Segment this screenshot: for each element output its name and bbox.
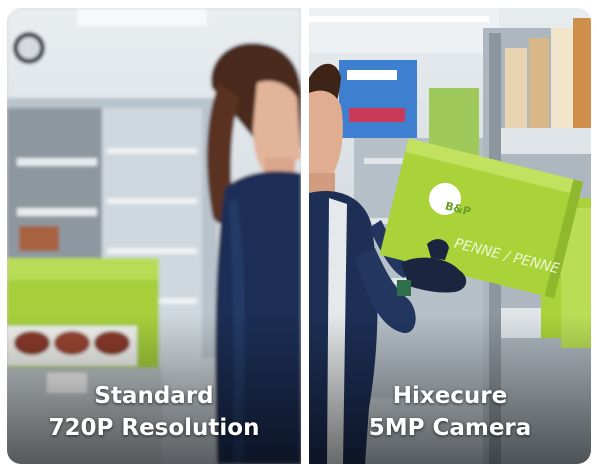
right-caption-line2: 5MP Camera <box>368 415 532 441</box>
comparison-divider <box>301 8 309 464</box>
left-caption-line2: 720P Resolution <box>48 415 260 441</box>
right-comparison-panel: B&P PENNE / PENNE Hixecure 5MP Camera <box>309 8 591 464</box>
left-caption: Standard 720P Resolution <box>7 380 301 444</box>
right-caption-line1: Hixecure <box>392 383 508 409</box>
right-caption: Hixecure 5MP Camera <box>309 380 591 444</box>
left-comparison-panel: Standard 720P Resolution <box>7 8 301 464</box>
left-caption-line1: Standard <box>94 383 214 409</box>
